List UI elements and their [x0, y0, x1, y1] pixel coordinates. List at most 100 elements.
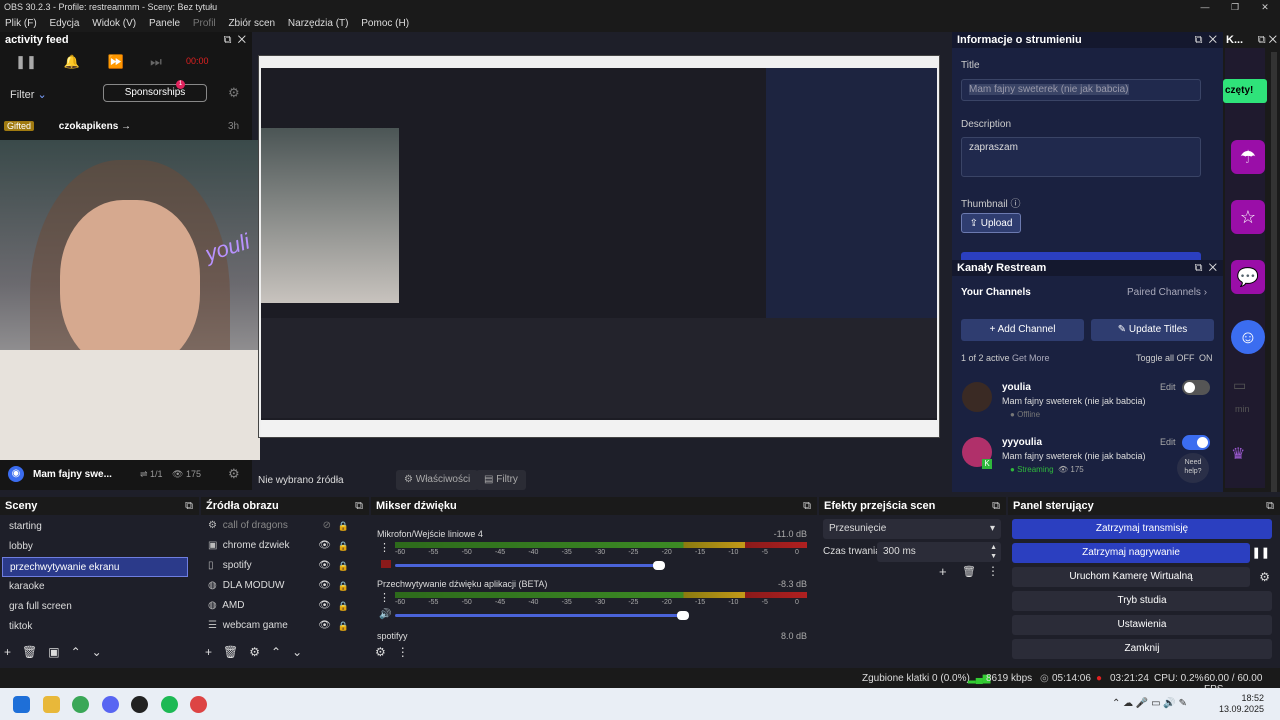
menu-file[interactable]: Plik (F)	[5, 18, 37, 29]
studio-mode-button[interactable]: Tryb studia	[1012, 591, 1272, 611]
gear-icon[interactable]: ⚙	[249, 645, 260, 659]
need-help-button[interactable]: Need help?	[1177, 453, 1209, 483]
float-icon[interactable]: ⧉	[1195, 34, 1203, 46]
maximize-button[interactable]: ❐	[1220, 0, 1250, 15]
float-icon[interactable]: ⧉	[224, 34, 232, 46]
toggle-all-off[interactable]: Toggle all OFF	[1136, 353, 1195, 363]
next-icon[interactable]: ⏭	[144, 54, 168, 72]
source-item[interactable]: ▯ spotify 👁 🔒	[201, 556, 361, 576]
float-icon[interactable]: ⧉	[185, 497, 193, 515]
sponsorships-button[interactable]: Sponsorships	[103, 84, 207, 102]
filter-icon[interactable]: ▣	[48, 645, 59, 659]
close-icon[interactable]: ✕	[1209, 34, 1217, 46]
float-icon[interactable]: ⧉	[1266, 497, 1274, 515]
channel-toggle[interactable]	[1182, 380, 1210, 395]
update-titles-button[interactable]: ✎ Update Titles	[1091, 319, 1214, 341]
move-down-icon[interactable]: ⌄	[92, 645, 102, 659]
upload-button[interactable]: ⇪ Upload	[961, 213, 1021, 233]
chat-icon[interactable]: 💬	[1231, 260, 1265, 294]
add-transition-icon[interactable]: +	[939, 564, 947, 579]
move-up-icon[interactable]: ⌃	[71, 645, 81, 659]
float-icon[interactable]: ⧉	[803, 497, 811, 515]
chrome-icon[interactable]	[72, 696, 89, 713]
advanced-audio-icon[interactable]: ⚙	[375, 645, 386, 659]
transition-select[interactable]: Przesunięcie ▾	[823, 519, 1001, 539]
trash-icon[interactable]: 🗑	[22, 645, 37, 659]
description-input[interactable]: zapraszam	[961, 137, 1201, 177]
trash-icon[interactable]: 🗑	[223, 645, 238, 659]
get-more-link[interactable]: Get More	[1012, 353, 1050, 363]
volume-slider[interactable]	[395, 611, 690, 620]
tray-icons[interactable]: ⌃ ☁ 🎤 ▭ 🔊 ✎	[1112, 698, 1187, 709]
pause-icon[interactable]: ❚❚	[14, 54, 38, 72]
properties-button[interactable]: ⚙ Właściwości	[396, 470, 479, 490]
scrollbar[interactable]	[1271, 52, 1277, 492]
menu-tools[interactable]: Narzędzia (T)	[288, 18, 349, 29]
promo-button[interactable]: częty!	[1223, 79, 1267, 103]
pause-recording-icon[interactable]: ❚❚	[1252, 546, 1270, 559]
preview-canvas[interactable]	[258, 55, 940, 438]
menu-view[interactable]: Widok (V)	[92, 18, 136, 29]
virtual-camera-button[interactable]: Uruchom Kamerę Wirtualną	[1012, 567, 1250, 587]
trash-icon[interactable]: 🗑	[962, 565, 976, 578]
profile-settings-icon[interactable]: ⚙	[228, 466, 240, 482]
paired-channels-link[interactable]: Paired Channels ›	[1127, 287, 1207, 298]
menu-dots-icon[interactable]: ⋮	[379, 591, 390, 604]
chrome-2-icon[interactable]	[190, 696, 207, 713]
volume-slider[interactable]	[395, 561, 665, 570]
scene-item[interactable]: starting	[2, 517, 188, 537]
stop-stream-button[interactable]: Zatrzymaj transmisję	[1012, 519, 1272, 539]
skip-icon[interactable]: ⏩	[104, 54, 128, 72]
duration-spinbox[interactable]: 300 ms ▲ ▼	[877, 542, 1001, 562]
edit-link[interactable]: Edit	[1160, 382, 1176, 392]
save-button-partial[interactable]	[961, 252, 1201, 260]
parachute-icon[interactable]: ☂	[1231, 140, 1265, 174]
close-icon[interactable]: ✕	[1269, 34, 1277, 46]
explorer-icon[interactable]	[43, 696, 60, 713]
menu-scene-collection[interactable]: Zbiór scen	[228, 18, 275, 29]
minimize-button[interactable]: —	[1190, 0, 1220, 15]
add-icon[interactable]: +	[4, 645, 11, 659]
obs-icon[interactable]	[131, 696, 148, 713]
menu-dots-icon[interactable]: ⋮	[397, 645, 409, 659]
float-icon[interactable]: ⧉	[355, 497, 363, 515]
source-item[interactable]: ▣ chrome dzwiek 👁 🔒	[201, 536, 361, 556]
settings-gear-icon[interactable]: ⚙	[228, 85, 240, 101]
scene-item[interactable]: tiktok	[2, 617, 188, 637]
source-item[interactable]: ◍ DLA MODUW 👁 🔒	[201, 576, 361, 596]
source-item[interactable]: ☰ webcam game 👁 🔒	[201, 616, 361, 636]
scene-item[interactable]: lobby	[2, 537, 188, 557]
menu-help[interactable]: Pomoc (H)	[361, 18, 409, 29]
float-icon[interactable]: ⧉	[1258, 34, 1266, 46]
exit-button[interactable]: Zamknij	[1012, 639, 1272, 659]
close-icon[interactable]: ✕	[1209, 262, 1217, 274]
float-icon[interactable]: ⧉	[1195, 262, 1203, 274]
move-down-icon[interactable]: ⌄	[292, 645, 302, 659]
close-button[interactable]: ✕	[1250, 0, 1280, 15]
float-icon[interactable]: ⧉	[992, 497, 1000, 515]
edit-link[interactable]: Edit	[1160, 437, 1176, 447]
scene-item[interactable]: gra full screen	[2, 597, 188, 617]
scene-item[interactable]: karaoke	[2, 577, 188, 597]
filters-button[interactable]: ▤ Filtry	[476, 470, 526, 490]
close-icon[interactable]: ✕	[238, 34, 246, 46]
menu-profile[interactable]: Profil	[193, 18, 216, 29]
title-input[interactable]: Mam fajny sweterek (nie jak babcia)	[961, 79, 1201, 101]
discord-icon[interactable]	[102, 696, 119, 713]
add-channel-button[interactable]: + Add Channel	[961, 319, 1084, 341]
scene-item[interactable]: przechwytywanie ekranu	[2, 557, 188, 577]
channel-toggle[interactable]	[1182, 435, 1210, 450]
move-up-icon[interactable]: ⌃	[271, 645, 281, 659]
source-item[interactable]: ◍ AMD 👁 🔒	[201, 596, 361, 616]
source-item[interactable]: ⚙ call of dragons ⊘ 🔒	[201, 516, 361, 536]
star-icon[interactable]: ☆	[1231, 200, 1265, 234]
speaker-icon[interactable]: 🔊	[379, 609, 391, 620]
menu-docks[interactable]: Panele	[149, 18, 180, 29]
mute-icon[interactable]	[381, 560, 391, 568]
spotify-icon[interactable]	[161, 696, 178, 713]
toggle-all-on[interactable]: ON	[1199, 353, 1213, 363]
face-icon[interactable]: ☺	[1231, 320, 1265, 354]
add-icon[interactable]: +	[205, 645, 212, 659]
settings-button[interactable]: Ustawienia	[1012, 615, 1272, 635]
bell-icon[interactable]: 🔔	[60, 54, 84, 72]
